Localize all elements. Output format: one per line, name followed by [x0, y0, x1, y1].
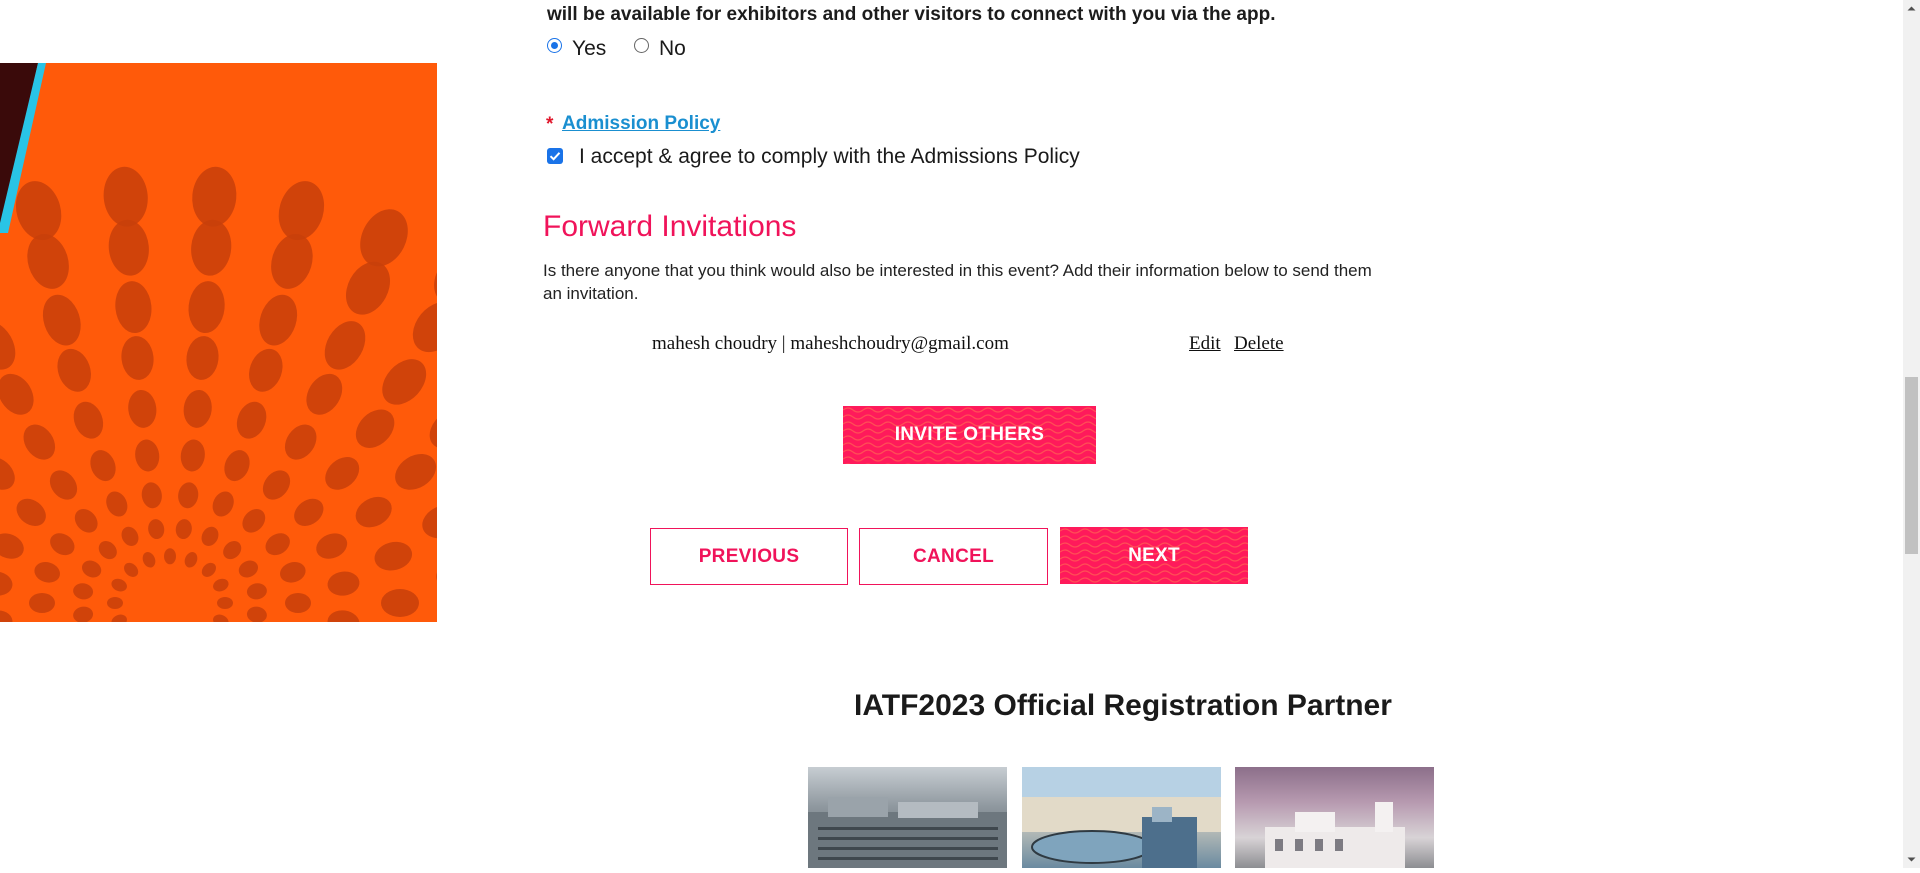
edit-invitee-link[interactable]: Edit: [1189, 333, 1221, 355]
partner-photo-white-building: [1235, 767, 1434, 868]
accept-policy-label: I accept & agree to comply with the Admi…: [579, 145, 1080, 168]
scrollbar-thumb[interactable]: [1905, 377, 1918, 554]
forward-invitations-description: Is there anyone that you think would als…: [543, 261, 1372, 303]
cancel-button[interactable]: CANCEL: [859, 528, 1048, 585]
yes-radio-label: Yes: [572, 37, 607, 60]
no-radio[interactable]: [634, 38, 649, 53]
admission-policy-link[interactable]: Admission Policy: [562, 113, 720, 135]
accept-policy-checkbox[interactable]: [547, 148, 563, 164]
next-label: NEXT: [1128, 544, 1180, 566]
scroll-up-arrow-icon[interactable]: [1903, 0, 1920, 17]
required-marker: *: [546, 114, 554, 135]
page-scrollbar[interactable]: [1903, 0, 1920, 868]
partner-section-title: IATF2023 Official Registration Partner: [854, 689, 1392, 722]
partner-photo-water-plant: [808, 767, 1007, 868]
invite-others-button[interactable]: INVITE OTHERS: [843, 406, 1096, 464]
no-radio-label: No: [659, 37, 686, 60]
cancel-label: CANCEL: [913, 545, 994, 567]
forward-invitations-heading: Forward Invitations: [543, 210, 797, 243]
checkmark-icon: [549, 152, 561, 161]
delete-invitee-link[interactable]: Delete: [1234, 333, 1284, 355]
previous-button[interactable]: PREVIOUS: [650, 528, 848, 585]
invite-others-label: INVITE OTHERS: [894, 424, 1045, 445]
visibility-note: will be available for exhibitors and oth…: [547, 4, 1276, 25]
previous-label: PREVIOUS: [698, 545, 800, 567]
next-button[interactable]: NEXT: [1060, 527, 1248, 584]
yes-radio[interactable]: [547, 38, 562, 53]
decorative-art-image: [0, 63, 437, 622]
scroll-down-arrow-icon[interactable]: [1903, 851, 1920, 868]
invitee-entry: mahesh choudry | maheshchoudry@gmail.com: [652, 333, 1009, 354]
partner-photo-coastal-facility: [1022, 767, 1221, 868]
